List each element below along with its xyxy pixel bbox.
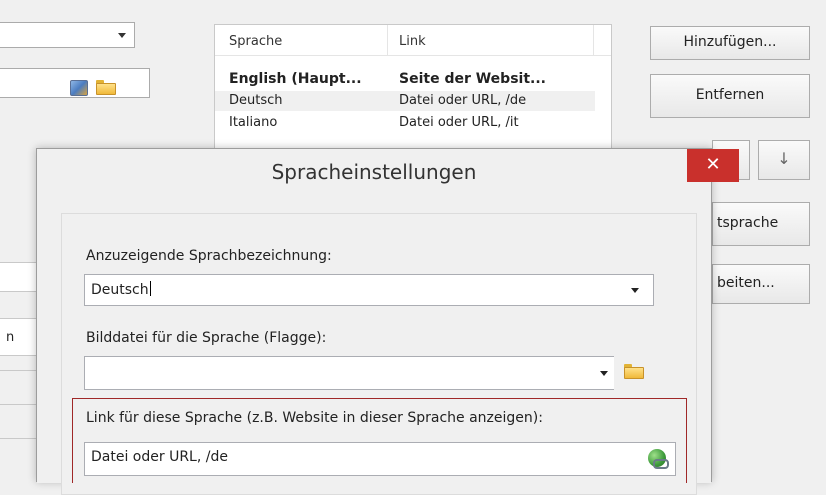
column-header-sprache[interactable]: Sprache: [229, 34, 282, 49]
language-link: Datei oder URL, /de: [399, 93, 527, 108]
dialog-title[interactable]: Spracheinstellungen: [37, 149, 711, 197]
list-item[interactable]: Deutsch Datei oder URL, /de: [215, 91, 595, 111]
folder-open-icon[interactable]: [96, 80, 116, 96]
column-divider: [387, 25, 388, 55]
add-button[interactable]: Hinzufügen...: [650, 26, 810, 60]
image-icon[interactable]: [70, 80, 88, 96]
language-name: Italiano: [229, 115, 278, 130]
folder-open-icon[interactable]: [624, 364, 644, 380]
flag-image-label: Bilddatei für die Sprache (Flagge):: [86, 330, 327, 346]
language-link-field[interactable]: Datei oder URL, /de: [84, 442, 676, 476]
list-item[interactable]: English (Haupt... Seite der Websit...: [215, 69, 611, 89]
move-down-button[interactable]: ↓: [758, 140, 810, 180]
arrow-down-icon: ↓: [777, 149, 791, 168]
language-link: Datei oder URL, /it: [399, 115, 519, 130]
list-header: Sprache Link: [215, 25, 611, 56]
set-main-language-button[interactable]: tsprache: [712, 202, 810, 246]
divider: [0, 438, 36, 439]
chevron-down-icon[interactable]: [600, 371, 608, 376]
language-list[interactable]: Sprache Link English (Haupt... Seite der…: [214, 24, 612, 164]
text-cursor: [149, 281, 151, 296]
language-name: English (Haupt...: [229, 71, 362, 87]
column-divider: [593, 25, 594, 55]
language-name-label: Anzuzeigende Sprachbezeichnung:: [86, 248, 332, 264]
language-link-value: Datei oder URL, /de: [91, 449, 228, 465]
close-icon: ✕: [705, 154, 721, 175]
close-button[interactable]: ✕: [687, 149, 739, 182]
divider: [0, 370, 36, 371]
top-left-dropdown[interactable]: [0, 22, 135, 48]
list-item[interactable]: Italiano Datei oder URL, /it: [215, 113, 611, 133]
language-name-value: Deutsch: [91, 282, 149, 298]
language-name-combobox[interactable]: Deutsch: [84, 274, 654, 306]
language-name: Deutsch: [229, 93, 283, 108]
language-link: Seite der Websit...: [399, 71, 546, 87]
language-link-label: Link für diese Sprache (z.B. Website in …: [86, 410, 543, 426]
divider: [0, 404, 36, 405]
edit-button[interactable]: beiten...: [712, 264, 810, 304]
left-field-1[interactable]: [0, 262, 38, 292]
flag-image-combobox[interactable]: [84, 356, 614, 390]
left-partial-label: n: [6, 330, 15, 345]
chevron-down-icon[interactable]: [631, 288, 639, 293]
column-header-link[interactable]: Link: [399, 34, 426, 49]
remove-button[interactable]: Entfernen: [650, 74, 810, 118]
chevron-down-icon: [118, 33, 126, 38]
link-icon[interactable]: [648, 449, 669, 469]
